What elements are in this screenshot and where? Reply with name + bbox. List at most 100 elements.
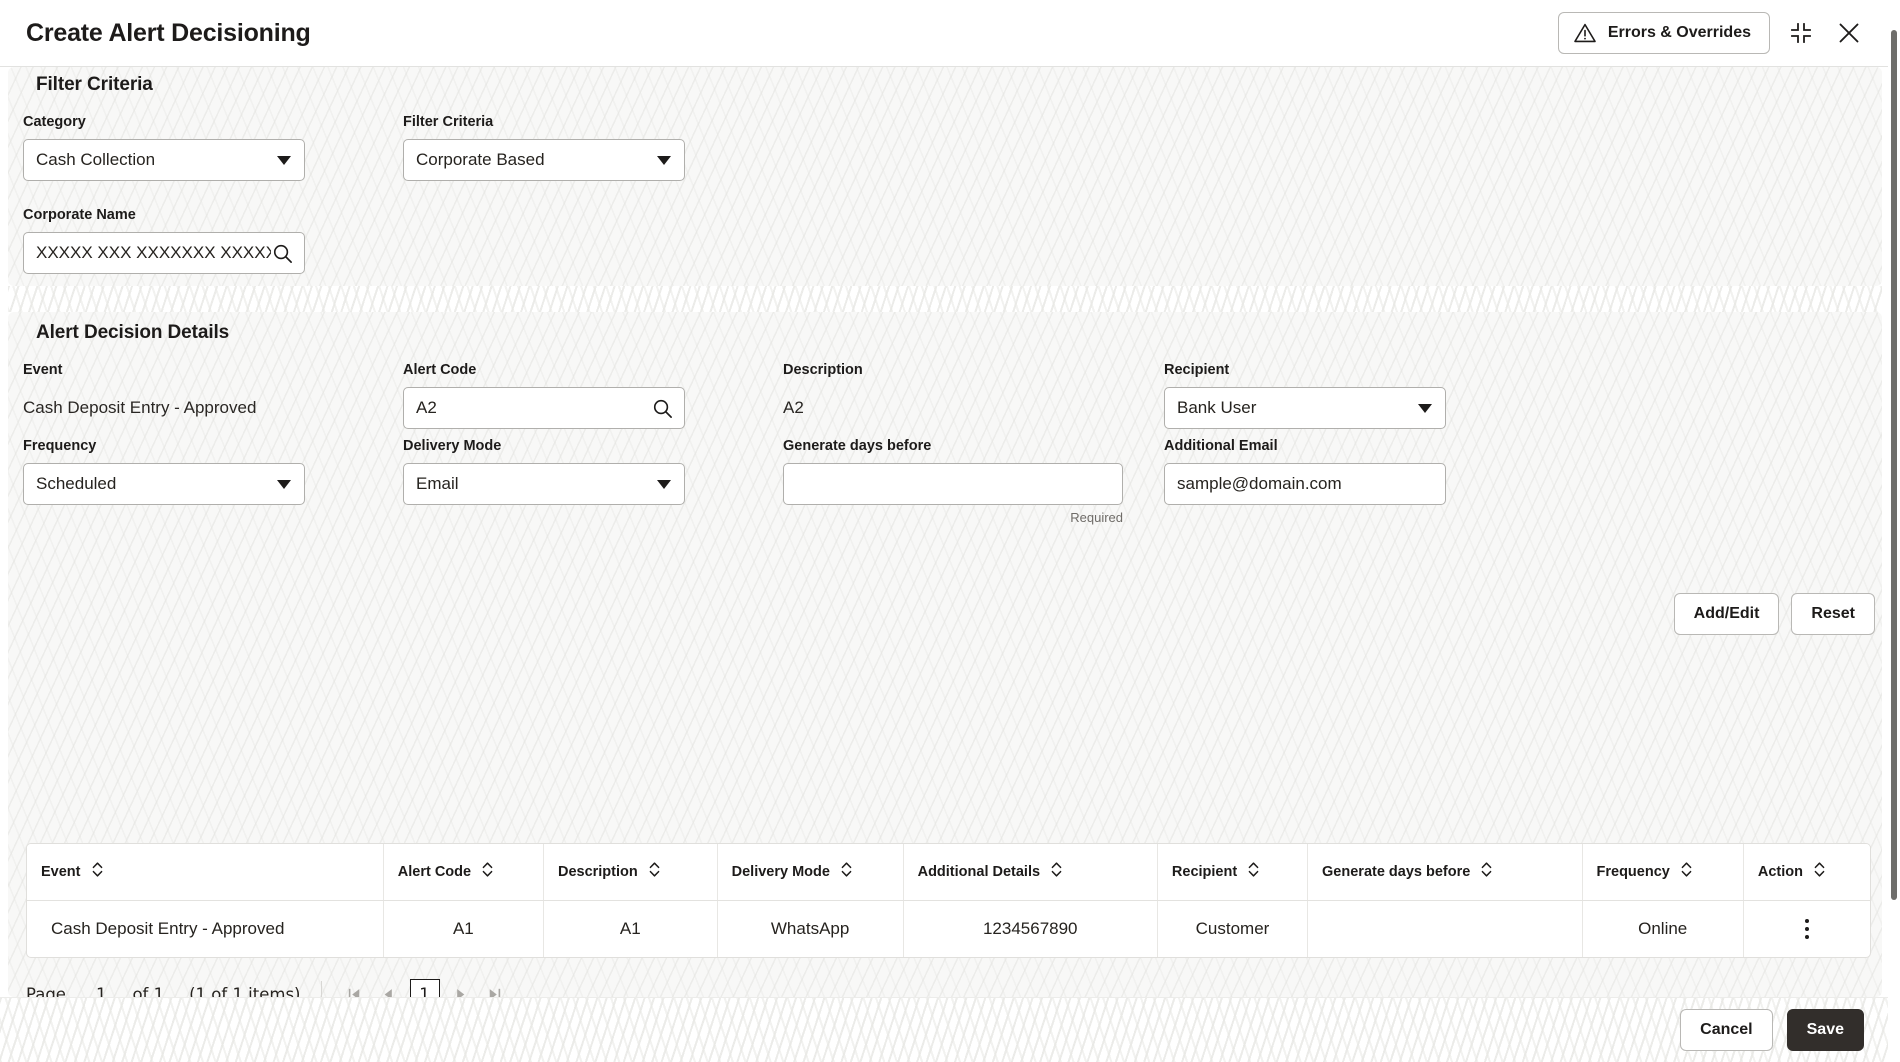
generate-days-before-input[interactable]: [783, 463, 1123, 505]
search-icon[interactable]: [651, 397, 674, 420]
column-label: Delivery Mode: [731, 863, 830, 880]
sort-icon[interactable]: [1813, 861, 1826, 882]
alert-code-field: Alert Code A2: [403, 362, 685, 429]
column-label: Action: [1757, 863, 1803, 880]
filter-criteria-value: Corporate Based: [416, 150, 545, 169]
pagination-items-label: (1 of 1 items): [189, 984, 301, 998]
sort-icon[interactable]: [1480, 861, 1493, 882]
column-header-recipient[interactable]: Recipient: [1157, 844, 1309, 901]
column-header-frequency[interactable]: Frequency: [1582, 844, 1744, 901]
form-action-buttons: Add/Edit Reset: [1673, 593, 1875, 635]
kebab-menu-icon[interactable]: [1754, 918, 1860, 939]
column-label: Alert Code: [397, 863, 472, 880]
category-field: Category Cash Collection: [23, 114, 305, 181]
category-label: Category: [23, 114, 86, 130]
column-label: Description: [557, 863, 638, 880]
filter-criteria-field: Filter Criteria Corporate Based: [403, 114, 685, 181]
cell-frequency: Online: [1582, 900, 1744, 957]
sort-icon[interactable]: [1247, 861, 1260, 882]
pagination-first-button[interactable]: [338, 977, 372, 997]
chevron-down-icon: [277, 155, 291, 165]
cell-delivery-mode: WhatsApp: [717, 900, 904, 957]
delivery-mode-label: Delivery Mode: [403, 438, 502, 454]
search-icon[interactable]: [271, 242, 294, 265]
delivery-mode-select[interactable]: Email: [403, 463, 685, 505]
window-footer: Cancel Save: [0, 997, 1888, 1062]
chevron-down-icon: [657, 155, 671, 165]
cancel-button[interactable]: Cancel: [1680, 1009, 1773, 1051]
first-page-icon: [345, 985, 364, 997]
additional-email-input[interactable]: sample@domain.com: [1164, 463, 1446, 505]
alert-decisions-table: Event Alert Code Description Delivery Mo…: [26, 843, 1871, 958]
generate-days-before-helper: Required: [1070, 510, 1123, 525]
collapse-icon: [1788, 20, 1814, 46]
alert-code-label: Alert Code: [403, 362, 477, 378]
column-header-generate-days-before[interactable]: Generate days before: [1307, 844, 1583, 901]
recipient-value: Bank User: [1177, 398, 1257, 417]
pagination-prev-button[interactable]: [372, 977, 406, 997]
column-label: Event: [41, 863, 81, 880]
corporate-name-input[interactable]: XXXXX XXX XXXXXXX XXXXXX: [23, 232, 305, 274]
column-header-additional-details[interactable]: Additional Details: [903, 844, 1158, 901]
column-header-event[interactable]: Event: [27, 844, 384, 901]
category-select[interactable]: Cash Collection: [23, 139, 305, 181]
chevron-down-icon: [277, 479, 291, 489]
recipient-field: Recipient Bank User: [1164, 362, 1446, 429]
close-icon: [1836, 20, 1862, 46]
frequency-select[interactable]: Scheduled: [23, 463, 305, 505]
sort-icon[interactable]: [1680, 861, 1693, 882]
additional-email-field: Additional Email sample@domain.com: [1164, 438, 1446, 505]
filter-criteria-section: Filter Criteria Category Cash Collection…: [23, 67, 1871, 286]
column-header-action[interactable]: Action: [1743, 844, 1870, 901]
sort-icon[interactable]: [840, 861, 853, 882]
table-row[interactable]: Cash Deposit Entry - Approved A1 A1 What…: [27, 900, 1870, 957]
generate-days-before-label: Generate days before: [783, 438, 932, 454]
collapse-button[interactable]: [1784, 16, 1818, 50]
additional-email-value: sample@domain.com: [1177, 474, 1342, 493]
cell-recipient: Customer: [1157, 900, 1309, 957]
close-button[interactable]: [1832, 16, 1866, 50]
scrollbar-thumb[interactable]: [1891, 30, 1897, 900]
frequency-value: Scheduled: [36, 474, 117, 493]
event-value: Cash Deposit Entry - Approved: [23, 398, 257, 417]
next-page-icon: [451, 985, 470, 997]
recipient-select[interactable]: Bank User: [1164, 387, 1446, 429]
reset-button[interactable]: Reset: [1791, 593, 1875, 635]
frequency-label: Frequency: [23, 438, 97, 454]
cell-description: A1: [543, 900, 718, 957]
errors-and-overrides-button[interactable]: Errors & Overrides: [1557, 12, 1770, 54]
pagination-current-page[interactable]: 1: [96, 985, 107, 998]
last-page-icon: [485, 985, 504, 997]
column-header-delivery-mode[interactable]: Delivery Mode: [717, 844, 904, 901]
sort-icon[interactable]: [1050, 861, 1063, 882]
titlebar-actions: Errors & Overrides: [1557, 12, 1866, 54]
chevron-down-icon: [1418, 403, 1432, 413]
alert-code-input[interactable]: A2: [403, 387, 685, 429]
pagination-page-number[interactable]: 1: [409, 979, 440, 997]
column-header-alert-code[interactable]: Alert Code: [383, 844, 544, 901]
sort-icon[interactable]: [648, 861, 661, 882]
filter-criteria-select[interactable]: Corporate Based: [403, 139, 685, 181]
corporate-name-value: XXXXX XXX XXXXXXX XXXXXX: [36, 243, 271, 262]
alert-code-value: A2: [416, 398, 437, 417]
create-alert-decisioning-window: Create Alert Decisioning Errors & Overri…: [0, 0, 1900, 1062]
page-scrollbar[interactable]: [1888, 0, 1900, 1062]
pagination-next-button[interactable]: [444, 977, 478, 997]
sort-icon[interactable]: [481, 861, 494, 882]
filter-criteria-title: Filter Criteria: [36, 74, 153, 95]
corporate-name-field: Corporate Name XXXXX XXX XXXXXXX XXXXXX: [23, 207, 305, 274]
warning-triangle-icon: [1573, 21, 1597, 45]
form-scroll-area[interactable]: Filter Criteria Category Cash Collection…: [0, 67, 1888, 997]
filter-criteria-label: Filter Criteria: [403, 114, 494, 130]
sort-icon[interactable]: [91, 861, 104, 882]
section-divider-pattern: [8, 286, 1882, 312]
pagination-last-button[interactable]: [478, 977, 512, 997]
column-header-description[interactable]: Description: [543, 844, 718, 901]
pagination-bar: Page 1 of 1 (1 of 1 items) 1: [26, 970, 1871, 997]
cell-generate-days-before: [1307, 900, 1583, 957]
frequency-field: Frequency Scheduled: [23, 438, 305, 505]
add-edit-button[interactable]: Add/Edit: [1673, 593, 1780, 635]
column-label: Additional Details: [917, 863, 1041, 880]
pagination-of-label: of 1: [132, 984, 165, 998]
save-button[interactable]: Save: [1786, 1009, 1864, 1051]
